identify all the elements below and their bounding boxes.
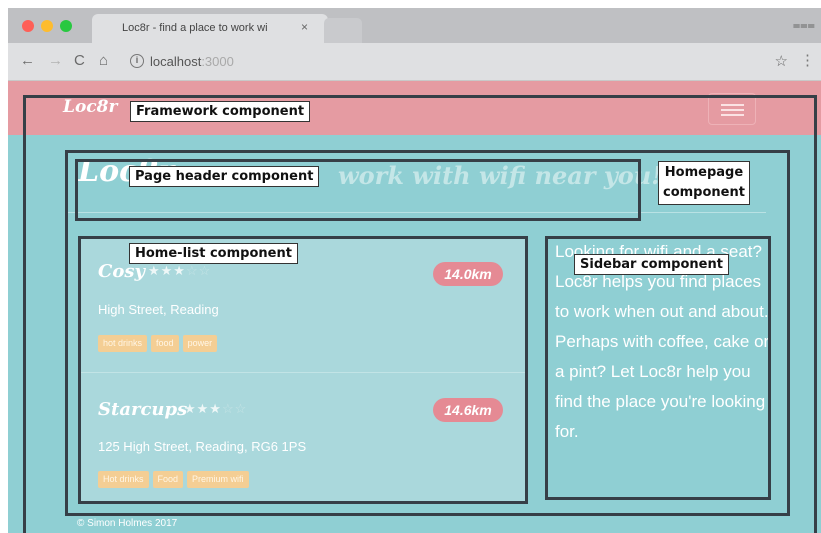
browser-window: Loc8r - find a place to work wi × ⩶ ← → … xyxy=(8,8,821,533)
tab-close-icon[interactable]: × xyxy=(301,20,308,34)
tab-bar: Loc8r - find a place to work wi × ⩶ xyxy=(8,8,821,43)
minimize-window-button[interactable] xyxy=(41,20,53,32)
home-list-component-outline xyxy=(78,236,528,504)
window-menu-icon[interactable]: ⩶ xyxy=(793,17,815,33)
back-arrow-icon[interactable]: ← xyxy=(20,52,35,70)
new-tab-button[interactable] xyxy=(324,18,362,43)
web-page: Loc8r Loc8r work with wifi near you! Cos… xyxy=(8,81,821,533)
reload-icon[interactable]: C xyxy=(74,52,85,70)
address-bar[interactable]: i localhost:3000 ☆ xyxy=(122,50,792,74)
homepage-label-line-1: Homepage xyxy=(664,165,744,180)
home-icon[interactable]: ⌂ xyxy=(99,52,108,70)
homepage-label-line-2: component xyxy=(663,185,745,200)
framework-component-label: Framework component xyxy=(130,101,311,122)
maximize-window-button[interactable] xyxy=(60,20,72,32)
page-header-component-label: Page header component xyxy=(129,166,320,187)
star-icon[interactable]: ☆ xyxy=(775,52,788,70)
url-port: :3000 xyxy=(201,54,234,69)
sidebar-component-label: Sidebar component xyxy=(574,254,729,275)
url-text: localhost:3000 xyxy=(150,54,234,69)
home-list-component-label: Home-list component xyxy=(129,243,298,264)
forward-arrow-icon[interactable]: → xyxy=(48,52,63,70)
close-window-button[interactable] xyxy=(22,20,34,32)
tab-title: Loc8r - find a place to work wi xyxy=(122,22,268,34)
browser-toolbar: ← → C ⌂ i localhost:3000 ☆ ⋮ xyxy=(8,43,821,81)
homepage-component-label: Homepage component xyxy=(658,161,750,205)
browser-tab[interactable]: Loc8r - find a place to work wi × xyxy=(92,14,328,43)
info-icon[interactable]: i xyxy=(130,54,144,68)
url-host: localhost xyxy=(150,54,202,69)
sidebar-component-outline xyxy=(545,236,771,500)
kebab-menu-icon[interactable]: ⋮ xyxy=(800,52,815,70)
